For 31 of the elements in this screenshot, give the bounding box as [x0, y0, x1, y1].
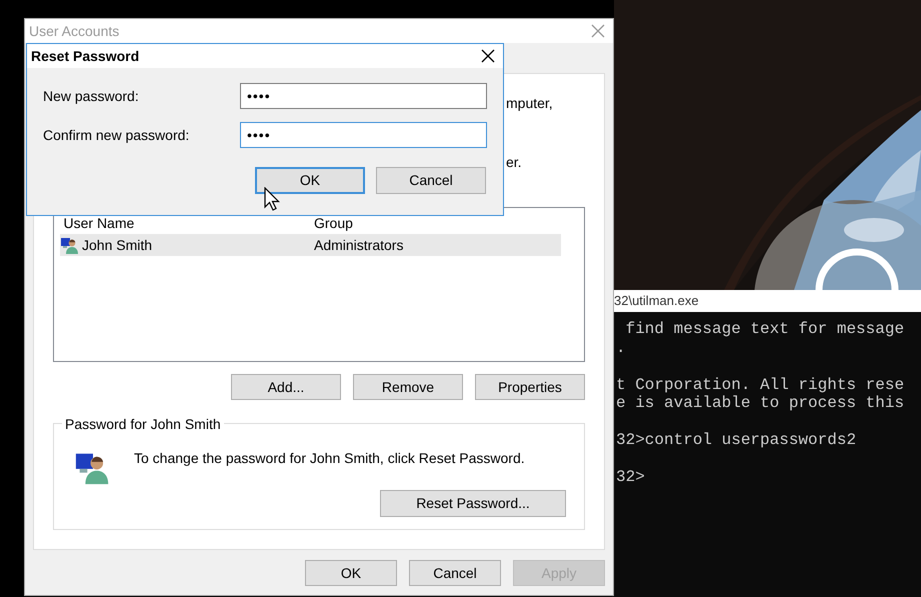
- dialog-button[interactable]: OK: [305, 560, 397, 586]
- console-line: find message text for message: [624, 320, 906, 338]
- user-icon: [60, 235, 80, 255]
- list-action-button[interactable]: Remove: [353, 374, 463, 400]
- list-action-button[interactable]: Add...: [231, 374, 341, 400]
- window-title: User Accounts: [29, 22, 120, 40]
- console-line: 32>: [616, 468, 646, 486]
- reset-password-button[interactable]: Reset Password...: [380, 490, 566, 517]
- password-field[interactable]: ••••: [240, 83, 487, 109]
- column-header[interactable]: User Name: [60, 212, 314, 234]
- table-cell-text: Administrators: [314, 236, 404, 254]
- dialog-title: Reset Password: [31, 46, 140, 66]
- description-text: er.: [506, 153, 523, 172]
- dialog-button[interactable]: Cancel: [376, 167, 486, 194]
- console-line: t Corporation. All rights rese: [616, 376, 906, 394]
- console-line: 32>control userpasswords2: [616, 431, 858, 450]
- column-header[interactable]: Group: [314, 212, 353, 234]
- dialog-button[interactable]: OK: [255, 167, 365, 194]
- field-label: New password:: [43, 86, 140, 106]
- console-line: .: [616, 338, 627, 357]
- table-cell-text: John Smith: [82, 236, 152, 254]
- user-row[interactable]: John Smith Administrators: [60, 234, 561, 256]
- password-field[interactable]: ••••: [240, 122, 487, 148]
- cursor-icon: [264, 187, 282, 213]
- dialog-button[interactable]: Cancel: [409, 560, 501, 586]
- description-text: mputer,: [506, 94, 554, 113]
- console-title: 32\utilman.exe: [612, 290, 921, 312]
- field-label: Confirm new password:: [43, 126, 190, 145]
- console-line: e is available to process this: [616, 394, 906, 412]
- list-action-button[interactable]: Properties: [475, 374, 585, 400]
- instruction-text: To change the password for John Smith, click Reset Password.: [134, 449, 525, 468]
